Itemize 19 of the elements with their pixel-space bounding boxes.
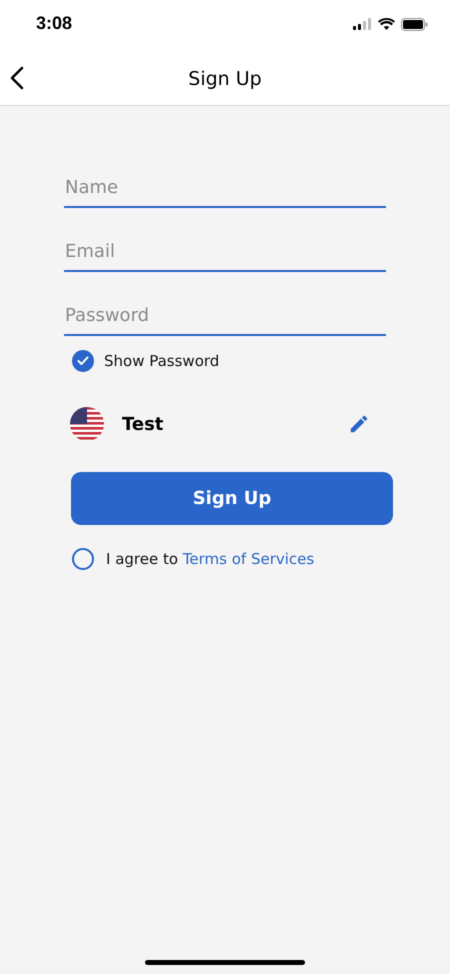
- input-field[interactable]: Password: [64, 296, 386, 336]
- battery-icon: [401, 18, 428, 30]
- signal-icon: [353, 18, 372, 30]
- input-field[interactable]: Name: [64, 168, 386, 208]
- edit-button[interactable]: [348, 413, 370, 435]
- wifi-icon: [378, 18, 395, 30]
- agreement-text: I agree to Terms of Services: [106, 550, 314, 568]
- checkbox[interactable]: [72, 350, 94, 372]
- checkbox-label: Show Password: [104, 352, 220, 370]
- back-button[interactable]: [10, 66, 24, 90]
- checkbox[interactable]: [72, 548, 94, 570]
- input-field[interactable]: Email: [64, 232, 386, 272]
- status-time: 3:08: [36, 12, 72, 34]
- screen-title: Sign Up: [188, 68, 262, 90]
- sign-up-button[interactable]: Sign Up: [71, 472, 393, 525]
- flag-icon: [70, 407, 104, 441]
- checkmark-icon: [77, 356, 89, 366]
- profile-name: Test: [122, 414, 164, 434]
- terms-link[interactable]: Terms of Services: [182, 550, 314, 568]
